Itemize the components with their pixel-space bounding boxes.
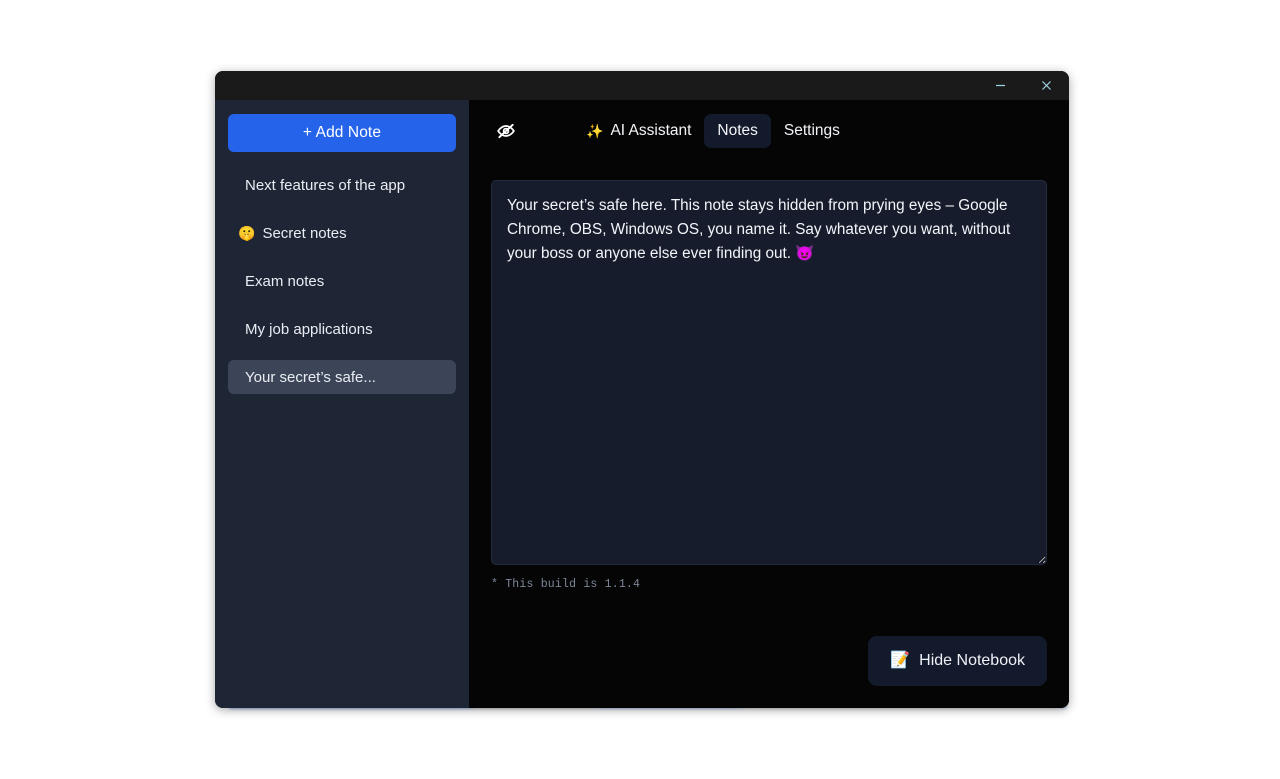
note-list-item[interactable]: My job applications — [228, 312, 456, 346]
note-list-item[interactable]: Next features of the app — [228, 168, 456, 202]
title-bar — [215, 71, 1069, 100]
note-list-item[interactable]: Exam notes — [228, 264, 456, 298]
footer-bar: 📝 Hide Notebook — [469, 591, 1069, 708]
sparkles-icon: ✨ — [586, 124, 603, 138]
hide-notebook-label: Hide Notebook — [919, 652, 1025, 670]
shushing-face-icon: 🤫 — [238, 226, 255, 240]
close-button[interactable] — [1023, 71, 1069, 100]
build-version-label: * This build is 1.1.4 — [491, 578, 1069, 591]
tab-ai-assistant-label: AI Assistant — [610, 122, 691, 140]
memo-icon: 📝 — [890, 653, 910, 669]
note-editor-wrap — [469, 162, 1069, 570]
note-list-item-label: Exam notes — [245, 273, 324, 290]
note-list-item[interactable]: 🤫 Secret notes — [228, 216, 456, 250]
note-list-item-label: My job applications — [245, 321, 373, 338]
eye-slash-icon[interactable] — [489, 116, 523, 146]
tab-notes-label: Notes — [717, 122, 758, 140]
main-pane: ✨ AI Assistant Notes Settings * This bui… — [469, 100, 1069, 708]
tab-notes[interactable]: Notes — [704, 114, 771, 148]
add-note-button[interactable]: + Add Note — [228, 114, 456, 152]
minimize-button[interactable] — [977, 71, 1023, 100]
note-list: Next features of the app 🤫 Secret notes … — [228, 168, 456, 408]
note-list-item-label: Next features of the app — [245, 177, 405, 194]
hide-notebook-button[interactable]: 📝 Hide Notebook — [868, 636, 1047, 686]
note-list-item-label: Secret notes — [262, 225, 346, 242]
tab-settings[interactable]: Settings — [771, 114, 853, 148]
note-list-item-label: Your secret’s safe... — [245, 369, 376, 386]
tab-settings-label: Settings — [784, 122, 840, 140]
app-window: + Add Note Next features of the app 🤫 Se… — [215, 71, 1069, 708]
note-list-item-selected[interactable]: Your secret’s safe... — [228, 360, 456, 394]
sidebar: + Add Note Next features of the app 🤫 Se… — [215, 100, 469, 708]
window-body: + Add Note Next features of the app 🤫 Se… — [215, 100, 1069, 708]
toolbar: ✨ AI Assistant Notes Settings — [469, 100, 1069, 162]
note-textarea[interactable] — [491, 180, 1047, 565]
tab-ai-assistant[interactable]: ✨ AI Assistant — [573, 114, 704, 148]
